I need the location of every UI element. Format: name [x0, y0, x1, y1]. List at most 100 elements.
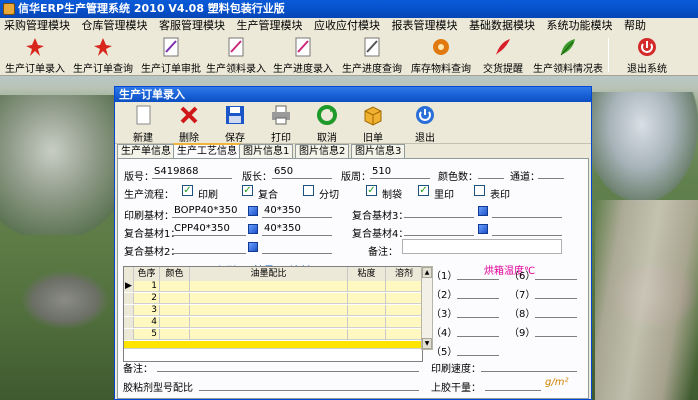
order-entry-window: 生产订单录入 新建 删除 保存 打印 取消 旧单 退出 生产单信息 生产工艺信息…	[114, 86, 592, 400]
tab-image-2[interactable]: 图片信息2	[295, 144, 350, 158]
channel-field[interactable]	[538, 166, 564, 179]
oven-slot-4-field[interactable]	[457, 324, 499, 337]
exit-system-button[interactable]: 退出系统	[614, 36, 680, 75]
comp1-size[interactable]: 40*350	[262, 223, 332, 236]
leaf-icon	[560, 39, 575, 56]
stock-query-button[interactable]: 库存物料查询	[408, 36, 474, 75]
oven-slot-8-field[interactable]	[535, 305, 577, 318]
print-speed-field[interactable]	[481, 359, 577, 372]
pdf-icon	[94, 38, 112, 56]
table-row[interactable]: 3	[124, 305, 422, 316]
new-button[interactable]: 新建	[123, 104, 163, 144]
order-query-button[interactable]: 生产订单查询	[70, 36, 136, 75]
menu-finance[interactable]: 应收应付模块	[310, 18, 384, 34]
main-toolbar: 生产订单录入 生产订单查询 生产订单审批 生产领料录入 生产进度录入 生产进度查…	[0, 34, 698, 76]
comp4-picker[interactable]	[478, 224, 488, 234]
material-entry-button[interactable]: 生产领料录入	[203, 36, 269, 75]
glue-amount-field[interactable]	[485, 378, 541, 391]
refresh-icon	[317, 105, 337, 125]
col-order: 色序	[134, 267, 160, 281]
progress-entry-button[interactable]: 生产进度录入	[270, 36, 336, 75]
document-icon	[364, 37, 380, 57]
comp1-field[interactable]: CPP40*350	[172, 223, 246, 236]
old-order-button[interactable]: 旧单	[353, 104, 393, 144]
surface-print-checkbox[interactable]	[474, 185, 485, 196]
comp2-picker[interactable]	[248, 242, 258, 252]
oven-slot-7-field[interactable]	[535, 286, 577, 299]
plate-circ-field[interactable]: 510	[370, 166, 430, 179]
process-label: 生产流程：	[124, 190, 174, 201]
menu-production[interactable]: 生产管理模块	[233, 18, 307, 34]
print-checkbox[interactable]: ✓	[182, 185, 193, 196]
box-icon	[364, 106, 382, 126]
col-color: 颜色	[160, 267, 190, 281]
oven-slot-6-field[interactable]	[535, 267, 577, 280]
power-icon	[416, 106, 434, 124]
note-field[interactable]	[402, 239, 562, 254]
child-toolbar: 新建 删除 保存 打印 取消 旧单 退出	[115, 102, 591, 144]
plate-no-label: 版号：	[124, 172, 154, 183]
print-button[interactable]: 打印	[261, 104, 301, 144]
table-header: 色序 颜色 油墨配比 粘度 溶剂	[124, 267, 422, 281]
plate-no-field[interactable]: S419868	[152, 166, 232, 179]
new-doc-icon	[136, 105, 151, 125]
bottom-note-label: 备注：	[123, 364, 153, 375]
tab-image-1[interactable]: 图片信息1	[239, 144, 294, 158]
save-button[interactable]: 保存	[215, 104, 255, 144]
comp1-picker[interactable]	[248, 224, 258, 234]
tab-order-info[interactable]: 生产单信息	[117, 144, 175, 158]
plate-length-field[interactable]: 650	[272, 166, 332, 179]
material-report-button[interactable]: 生产领料情况表	[530, 36, 606, 75]
print-substrate-field[interactable]: BOPP40*350	[172, 205, 246, 218]
cancel-button[interactable]: 取消	[307, 104, 347, 144]
menu-system[interactable]: 系统功能模块	[543, 18, 617, 34]
progress-query-button[interactable]: 生产进度查询	[339, 36, 405, 75]
oven-slot-1-label: （1）	[431, 271, 458, 282]
delivery-reminder-button[interactable]: 交货提醒	[470, 36, 536, 75]
table-row[interactable]: 4	[124, 317, 422, 328]
glue-amount-label: 上胶干量：	[431, 383, 481, 394]
oven-slot-1-field[interactable]	[457, 267, 499, 280]
tab-process-info[interactable]: 生产工艺信息	[173, 143, 241, 158]
print-speed-label: 印刷速度：	[431, 364, 481, 375]
inner-print-checkbox[interactable]: ✓	[418, 185, 429, 196]
comp3-size[interactable]	[492, 205, 562, 218]
oven-slot-3-field[interactable]	[457, 305, 499, 318]
oven-slot-5-field[interactable]	[457, 343, 499, 356]
oven-slot-2-field[interactable]	[457, 286, 499, 299]
menu-reports[interactable]: 报表管理模块	[388, 18, 462, 34]
glue-ratio-field[interactable]	[199, 378, 419, 391]
slitting-checkbox[interactable]	[303, 185, 314, 196]
bottom-note-field[interactable]	[157, 359, 419, 372]
comp2-size[interactable]	[262, 241, 332, 254]
table-row[interactable]: 5	[124, 329, 422, 340]
order-entry-button[interactable]: 生产订单录入	[2, 36, 68, 75]
oven-slot-9-field[interactable]	[535, 324, 577, 337]
comp4-size[interactable]	[492, 223, 562, 236]
app-titlebar: 信华ERP生产管理系统 2010 V4.08 塑料包装行业版	[0, 0, 698, 18]
comp4-field[interactable]	[404, 223, 474, 236]
colors-field[interactable]	[478, 166, 504, 179]
composite-checkbox[interactable]: ✓	[242, 185, 253, 196]
glue-ratio-label: 胶粘剂型号配比	[123, 383, 193, 394]
menu-basedata[interactable]: 基础数据模块	[465, 18, 539, 34]
table-row[interactable]: 2	[124, 293, 422, 304]
tab-image-3[interactable]: 图片信息3	[351, 144, 406, 158]
menu-customer[interactable]: 客服管理模块	[155, 18, 229, 34]
menu-purchase[interactable]: 采购管理模块	[0, 18, 74, 34]
order-approve-button[interactable]: 生产订单审批	[138, 36, 204, 75]
print-substrate-size[interactable]: 40*350	[262, 205, 332, 218]
comp3-picker[interactable]	[478, 206, 488, 216]
menu-warehouse[interactable]: 仓库管理模块	[78, 18, 152, 34]
print-substrate-picker[interactable]	[248, 206, 258, 216]
table-new-row[interactable]	[124, 341, 422, 349]
comp3-field[interactable]	[404, 205, 474, 218]
exit-button[interactable]: 退出	[405, 104, 445, 144]
bagmaking-checkbox[interactable]: ✓	[366, 185, 377, 196]
document-icon	[163, 37, 179, 57]
menu-help[interactable]: 帮助	[620, 18, 650, 34]
menu-bar: 采购管理模块 仓库管理模块 客服管理模块 生产管理模块 应收应付模块 报表管理模…	[0, 18, 698, 34]
delete-button[interactable]: 删除	[169, 104, 209, 144]
comp2-field[interactable]	[172, 241, 246, 254]
table-row[interactable]: ▶ 1	[124, 281, 422, 292]
